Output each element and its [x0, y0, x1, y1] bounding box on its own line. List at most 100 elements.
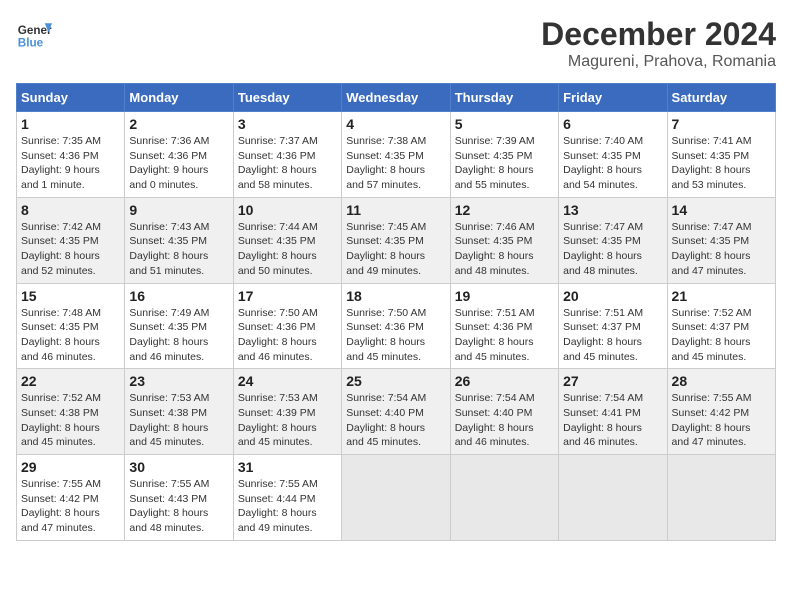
day-cell — [342, 455, 450, 541]
day-number: 5 — [455, 116, 554, 132]
day-number: 28 — [672, 373, 771, 389]
weekday-header-row: SundayMondayTuesdayWednesdayThursdayFrid… — [17, 84, 776, 112]
day-number: 7 — [672, 116, 771, 132]
day-number: 11 — [346, 202, 445, 218]
day-cell: 5 Sunrise: 7:39 AM Sunset: 4:35 PM Daylig… — [450, 112, 558, 198]
day-number: 26 — [455, 373, 554, 389]
day-cell: 23Sunrise: 7:53 AM Sunset: 4:38 PM Dayli… — [125, 369, 233, 455]
day-cell: 1Sunrise: 7:35 AM Sunset: 4:36 PM Daylig… — [17, 112, 125, 198]
day-info: Sunrise: 7:53 AM Sunset: 4:39 PM Dayligh… — [238, 391, 337, 450]
day-number: 21 — [672, 288, 771, 304]
day-cell: 18 Sunrise: 7:50 AM Sunset: 4:36 PM Dayli… — [342, 283, 450, 369]
day-cell: 2 Sunrise: 7:36 AM Sunset: 4:36 PM Daylig… — [125, 112, 233, 198]
day-cell: 29Sunrise: 7:55 AM Sunset: 4:42 PM Dayli… — [17, 455, 125, 541]
weekday-header-sunday: Sunday — [17, 84, 125, 112]
day-cell: 7 Sunrise: 7:41 AM Sunset: 4:35 PM Daylig… — [667, 112, 775, 198]
day-number: 10 — [238, 202, 337, 218]
day-info: Sunrise: 7:54 AM Sunset: 4:40 PM Dayligh… — [346, 391, 445, 450]
day-info: Sunrise: 7:43 AM Sunset: 4:35 PM Dayligh… — [129, 220, 228, 279]
day-number: 12 — [455, 202, 554, 218]
day-cell: 19 Sunrise: 7:51 AM Sunset: 4:36 PM Dayli… — [450, 283, 558, 369]
location-subtitle: Magureni, Prahova, Romania — [541, 53, 776, 71]
week-row-3: 15Sunrise: 7:48 AM Sunset: 4:35 PM Dayli… — [17, 283, 776, 369]
day-info: Sunrise: 7:38 AM Sunset: 4:35 PM Dayligh… — [346, 134, 445, 193]
day-cell — [559, 455, 667, 541]
day-number: 6 — [563, 116, 662, 132]
day-number: 27 — [563, 373, 662, 389]
day-cell: 9Sunrise: 7:43 AM Sunset: 4:35 PM Daylig… — [125, 197, 233, 283]
day-info: Sunrise: 7:45 AM Sunset: 4:35 PM Dayligh… — [346, 220, 445, 279]
week-row-1: 1Sunrise: 7:35 AM Sunset: 4:36 PM Daylig… — [17, 112, 776, 198]
weekday-header-friday: Friday — [559, 84, 667, 112]
day-cell: 15Sunrise: 7:48 AM Sunset: 4:35 PM Dayli… — [17, 283, 125, 369]
day-info: Sunrise: 7:51 AM Sunset: 4:36 PM Dayligh… — [455, 306, 554, 365]
day-number: 14 — [672, 202, 771, 218]
weekday-header-thursday: Thursday — [450, 84, 558, 112]
day-cell: 14 Sunrise: 7:47 AM Sunset: 4:35 PM Dayli… — [667, 197, 775, 283]
day-info: Sunrise: 7:55 AM Sunset: 4:42 PM Dayligh… — [672, 391, 771, 450]
weekday-header-monday: Monday — [125, 84, 233, 112]
day-cell: 10Sunrise: 7:44 AM Sunset: 4:35 PM Dayli… — [233, 197, 341, 283]
day-cell: 11 Sunrise: 7:45 AM Sunset: 4:35 PM Dayli… — [342, 197, 450, 283]
day-cell: 30 Sunrise: 7:55 AM Sunset: 4:43 PM Dayli… — [125, 455, 233, 541]
day-info: Sunrise: 7:52 AM Sunset: 4:38 PM Dayligh… — [21, 391, 120, 450]
day-number: 31 — [238, 459, 337, 475]
calendar-table: SundayMondayTuesdayWednesdayThursdayFrid… — [16, 83, 776, 541]
day-number: 3 — [238, 116, 337, 132]
day-cell — [667, 455, 775, 541]
svg-text:Blue: Blue — [18, 37, 44, 50]
day-number: 30 — [129, 459, 228, 475]
day-info: Sunrise: 7:42 AM Sunset: 4:35 PM Dayligh… — [21, 220, 120, 279]
day-info: Sunrise: 7:50 AM Sunset: 4:36 PM Dayligh… — [238, 306, 337, 365]
day-number: 17 — [238, 288, 337, 304]
logo: General Blue — [16, 16, 52, 52]
day-number: 16 — [129, 288, 228, 304]
day-number: 18 — [346, 288, 445, 304]
day-info: Sunrise: 7:47 AM Sunset: 4:35 PM Dayligh… — [563, 220, 662, 279]
day-cell: 3 Sunrise: 7:37 AM Sunset: 4:36 PM Daylig… — [233, 112, 341, 198]
day-info: Sunrise: 7:49 AM Sunset: 4:35 PM Dayligh… — [129, 306, 228, 365]
day-number: 25 — [346, 373, 445, 389]
day-cell: 8 Sunrise: 7:42 AM Sunset: 4:35 PM Daylig… — [17, 197, 125, 283]
day-cell: 26 Sunrise: 7:54 AM Sunset: 4:40 PM Dayli… — [450, 369, 558, 455]
weekday-header-tuesday: Tuesday — [233, 84, 341, 112]
page-header: General Blue December 2024 Magureni, Pra… — [16, 16, 776, 71]
day-number: 13 — [563, 202, 662, 218]
day-number: 2 — [129, 116, 228, 132]
day-cell: 24 Sunrise: 7:53 AM Sunset: 4:39 PM Dayli… — [233, 369, 341, 455]
day-number: 19 — [455, 288, 554, 304]
week-row-4: 22 Sunrise: 7:52 AM Sunset: 4:38 PM Dayli… — [17, 369, 776, 455]
logo-icon: General Blue — [16, 16, 52, 52]
day-cell — [450, 455, 558, 541]
day-info: Sunrise: 7:55 AM Sunset: 4:44 PM Dayligh… — [238, 477, 337, 536]
day-number: 23 — [129, 373, 228, 389]
day-info: Sunrise: 7:54 AM Sunset: 4:40 PM Dayligh… — [455, 391, 554, 450]
day-number: 1 — [21, 116, 120, 132]
day-info: Sunrise: 7:52 AM Sunset: 4:37 PM Dayligh… — [672, 306, 771, 365]
day-cell: 4 Sunrise: 7:38 AM Sunset: 4:35 PM Daylig… — [342, 112, 450, 198]
day-info: Sunrise: 7:50 AM Sunset: 4:36 PM Dayligh… — [346, 306, 445, 365]
week-row-5: 29Sunrise: 7:55 AM Sunset: 4:42 PM Dayli… — [17, 455, 776, 541]
day-cell: 13 Sunrise: 7:47 AM Sunset: 4:35 PM Dayli… — [559, 197, 667, 283]
weekday-header-wednesday: Wednesday — [342, 84, 450, 112]
day-number: 22 — [21, 373, 120, 389]
day-number: 4 — [346, 116, 445, 132]
day-number: 8 — [21, 202, 120, 218]
day-info: Sunrise: 7:41 AM Sunset: 4:35 PM Dayligh… — [672, 134, 771, 193]
day-info: Sunrise: 7:55 AM Sunset: 4:43 PM Dayligh… — [129, 477, 228, 536]
day-info: Sunrise: 7:36 AM Sunset: 4:36 PM Dayligh… — [129, 134, 228, 193]
day-info: Sunrise: 7:37 AM Sunset: 4:36 PM Dayligh… — [238, 134, 337, 193]
day-info: Sunrise: 7:40 AM Sunset: 4:35 PM Dayligh… — [563, 134, 662, 193]
day-cell: 28 Sunrise: 7:55 AM Sunset: 4:42 PM Dayli… — [667, 369, 775, 455]
day-info: Sunrise: 7:55 AM Sunset: 4:42 PM Dayligh… — [21, 477, 120, 536]
title-block: December 2024 Magureni, Prahova, Romania — [541, 16, 776, 71]
day-cell: 17 Sunrise: 7:50 AM Sunset: 4:36 PM Dayli… — [233, 283, 341, 369]
day-cell: 16 Sunrise: 7:49 AM Sunset: 4:35 PM Dayli… — [125, 283, 233, 369]
week-row-2: 8 Sunrise: 7:42 AM Sunset: 4:35 PM Daylig… — [17, 197, 776, 283]
day-cell: 27Sunrise: 7:54 AM Sunset: 4:41 PM Dayli… — [559, 369, 667, 455]
day-cell: 21 Sunrise: 7:52 AM Sunset: 4:37 PM Dayli… — [667, 283, 775, 369]
day-cell: 20Sunrise: 7:51 AM Sunset: 4:37 PM Dayli… — [559, 283, 667, 369]
day-info: Sunrise: 7:39 AM Sunset: 4:35 PM Dayligh… — [455, 134, 554, 193]
day-info: Sunrise: 7:47 AM Sunset: 4:35 PM Dayligh… — [672, 220, 771, 279]
day-number: 24 — [238, 373, 337, 389]
